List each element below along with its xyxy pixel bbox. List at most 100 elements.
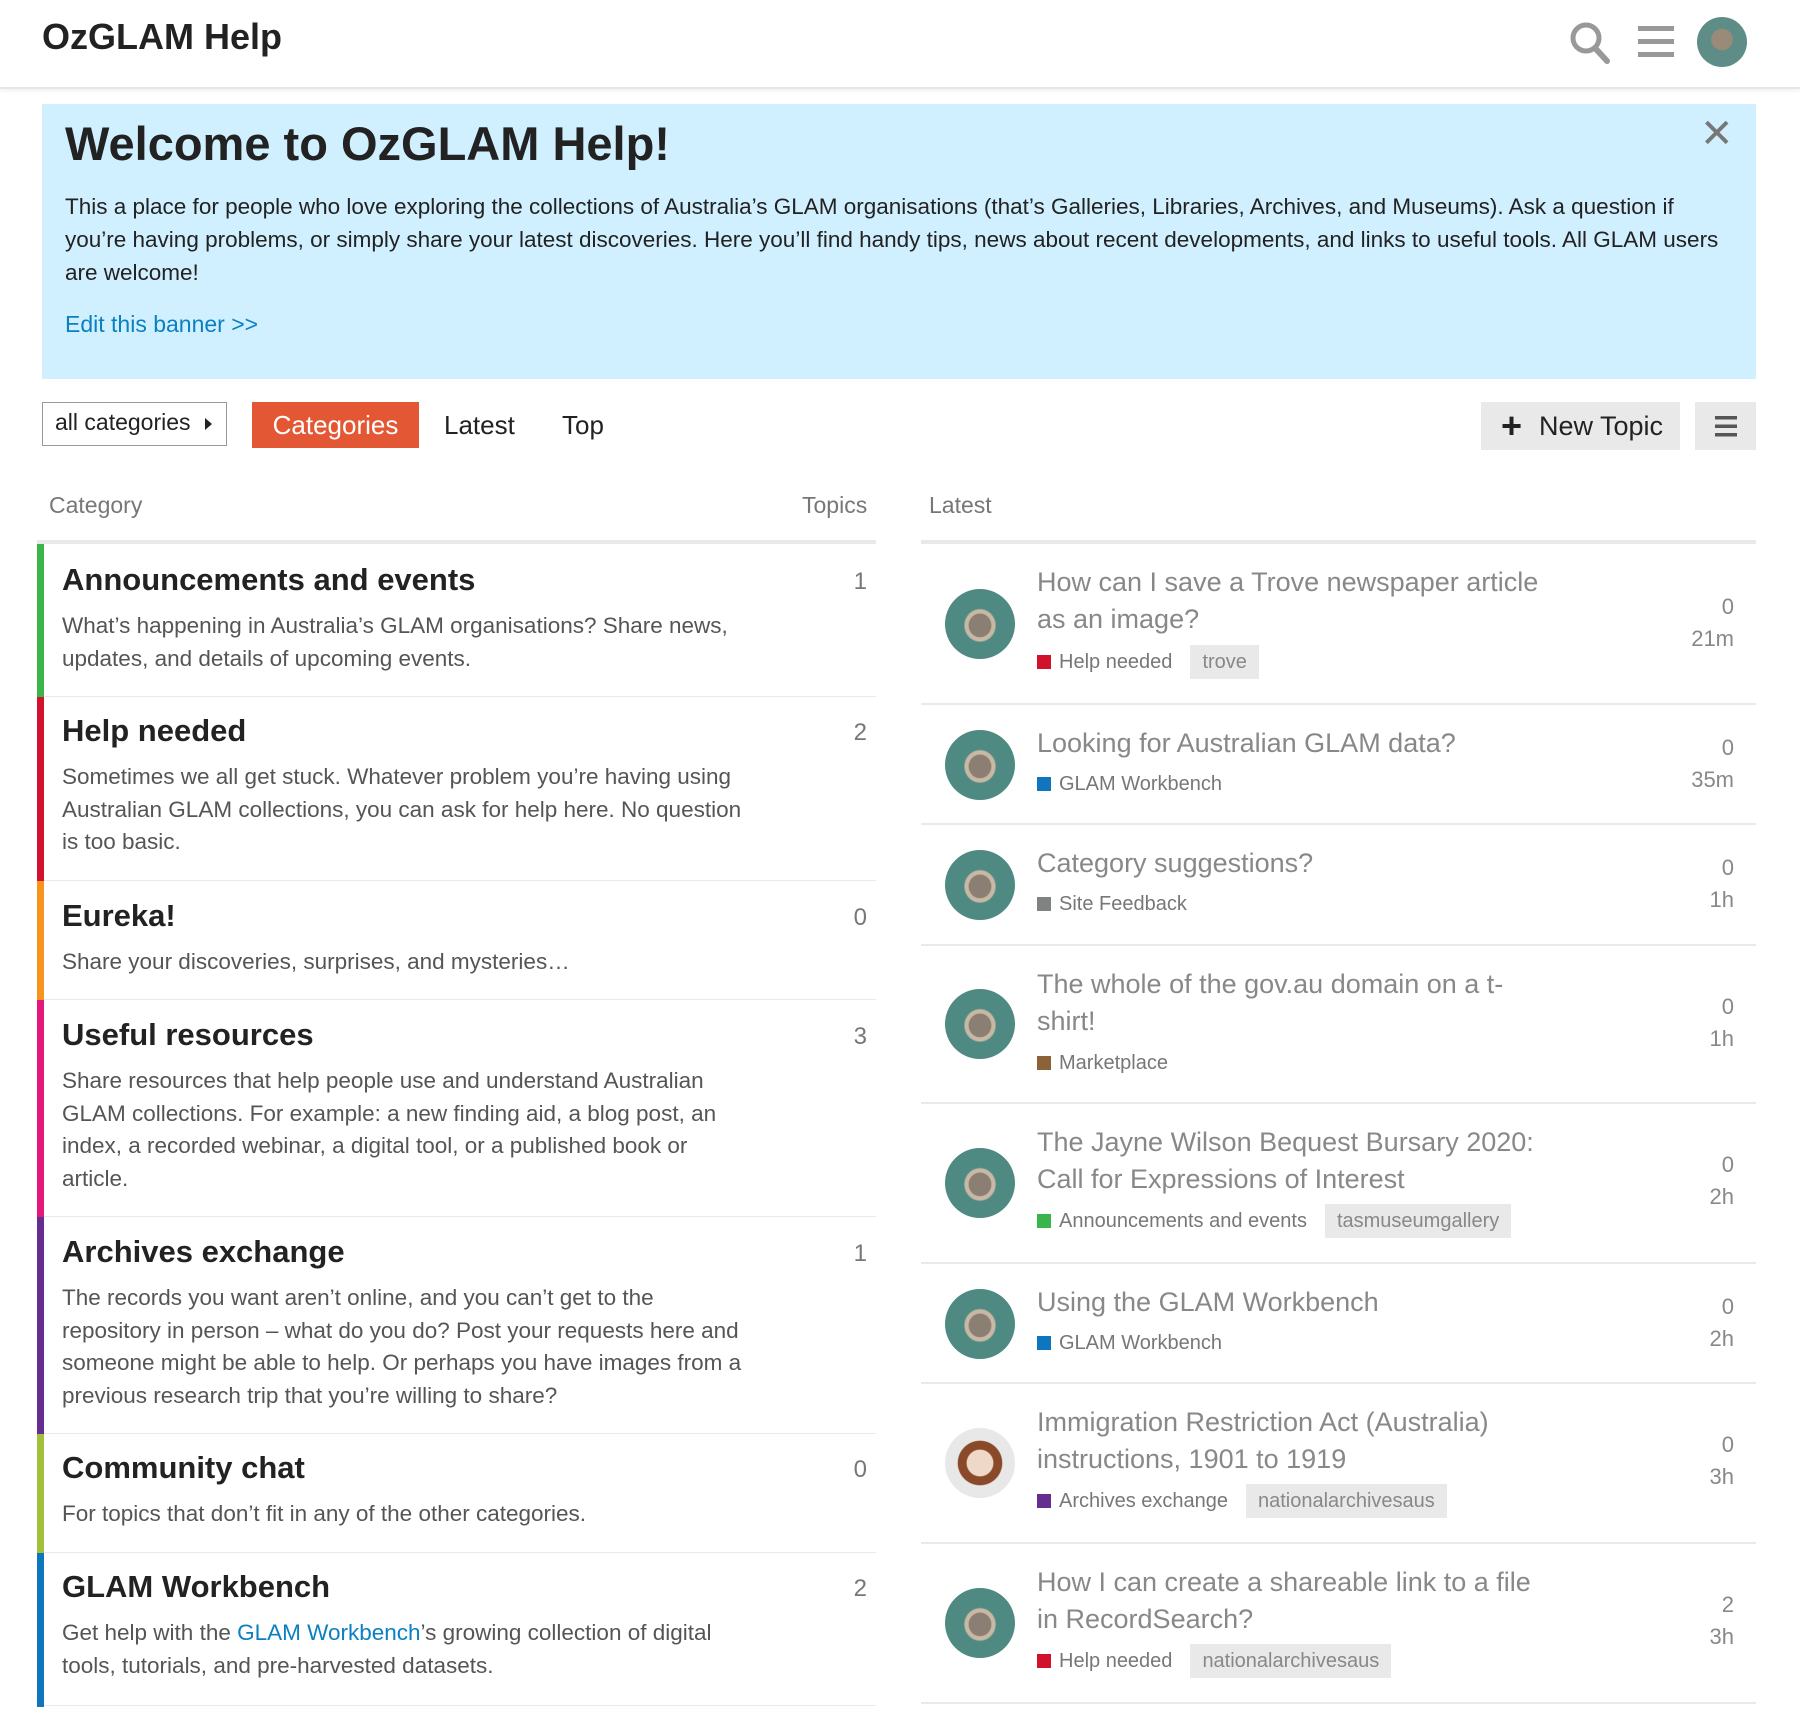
topic-tag[interactable]: nationalarchivesaus	[1245, 1484, 1447, 1518]
menu-icon[interactable]	[1636, 18, 1676, 66]
poster-avatar[interactable]	[945, 1148, 1015, 1218]
topic-title[interactable]: Immigration Restriction Act (Australia) …	[1037, 1404, 1557, 1478]
category-color-bar	[37, 1217, 44, 1435]
category-name[interactable]: Eureka!	[62, 898, 176, 934]
category-name[interactable]: Useful resources	[62, 1017, 314, 1053]
bars-icon	[1715, 416, 1737, 437]
topic-category-link[interactable]: Marketplace	[1059, 1052, 1168, 1074]
topic-category-link[interactable]: GLAM Workbench	[1059, 1332, 1222, 1354]
category-name[interactable]: Community chat	[62, 1450, 305, 1486]
poster-avatar[interactable]	[945, 989, 1015, 1059]
topic-title[interactable]: Looking for Australian GLAM data?	[1037, 725, 1557, 762]
tab-top[interactable]: Top	[562, 402, 604, 448]
category-description: Get help with the GLAM Workbench’s growi…	[62, 1617, 752, 1682]
activity-age[interactable]: 3h	[1710, 1464, 1734, 1490]
category-color-bar	[37, 697, 44, 882]
category-name[interactable]: Announcements and events	[62, 562, 475, 598]
category-badge	[1037, 1336, 1051, 1350]
topic-category-link[interactable]: Help needed	[1059, 1650, 1172, 1672]
new-topic-button[interactable]: + New Topic	[1481, 402, 1680, 450]
topic-title[interactable]: Using the GLAM Workbench	[1037, 1284, 1557, 1321]
tab-latest[interactable]: Latest	[444, 402, 515, 448]
category-description: What’s happening in Australia’s GLAM org…	[62, 613, 728, 671]
topic-row[interactable]: Immigration Restriction Act (Australia) …	[921, 1384, 1756, 1544]
welcome-banner: Welcome to OzGLAM Help! This a place for…	[42, 104, 1756, 379]
category-topic-count: 3	[853, 1023, 867, 1050]
topic-tag[interactable]: nationalarchivesaus	[1190, 1644, 1392, 1678]
poster-avatar[interactable]	[945, 730, 1015, 800]
category-badge	[1037, 1654, 1051, 1668]
search-icon[interactable]	[1568, 18, 1612, 66]
category-color-bar	[37, 881, 44, 1001]
topic-meta: Help needed nationalarchivesaus	[1037, 1644, 1392, 1678]
poster-avatar[interactable]	[945, 1588, 1015, 1658]
category-topic-count: 0	[853, 1456, 867, 1483]
category-row[interactable]: Eureka! Share your discoveries, surprise…	[37, 881, 876, 1001]
category-name[interactable]: GLAM Workbench	[62, 1569, 330, 1605]
topic-row[interactable]: Using the GLAM Workbench GLAM Workbench …	[921, 1264, 1756, 1384]
topic-title[interactable]: How can I save a Trove newspaper article…	[1037, 564, 1557, 638]
topic-meta: Announcements and events tasmuseumgallery	[1037, 1204, 1512, 1238]
category-topic-count: 2	[853, 719, 867, 746]
poster-avatar[interactable]	[945, 1289, 1015, 1359]
category-description: For topics that don’t fit in any of the …	[62, 1501, 587, 1526]
category-name[interactable]: Help needed	[62, 713, 246, 749]
topic-category-link[interactable]: Archives exchange	[1059, 1490, 1228, 1512]
category-badge	[1037, 777, 1051, 791]
glam-workbench-link[interactable]: GLAM Workbench	[237, 1620, 420, 1645]
category-dropdown-label: all categories	[55, 409, 191, 435]
topic-tag[interactable]: trove	[1190, 645, 1259, 679]
topic-row[interactable]: How I can create a shareable link to a f…	[921, 1544, 1756, 1704]
topic-row[interactable]: Looking for Australian GLAM data? GLAM W…	[921, 705, 1756, 825]
category-row[interactable]: GLAM Workbench Get help with the GLAM Wo…	[37, 1553, 876, 1707]
poster-avatar[interactable]	[945, 850, 1015, 920]
category-topic-count: 2	[853, 1575, 867, 1602]
category-row[interactable]: Archives exchange The records you want a…	[37, 1217, 876, 1435]
activity-age[interactable]: 3h	[1710, 1624, 1734, 1650]
edit-banner-link[interactable]: Edit this banner >>	[65, 311, 258, 338]
topic-row[interactable]: The Jayne Wilson Bequest Bursary 2020: C…	[921, 1104, 1756, 1264]
topic-category-link[interactable]: Site Feedback	[1059, 893, 1187, 915]
topic-row[interactable]: The whole of the gov.au domain on a t-sh…	[921, 946, 1756, 1104]
site-title[interactable]: OzGLAM Help	[42, 16, 282, 58]
topic-tag[interactable]: tasmuseumgallery	[1324, 1204, 1512, 1238]
topic-row[interactable]: Category suggestions? Site Feedback 0 1h	[921, 825, 1756, 946]
poster-avatar[interactable]	[945, 589, 1015, 659]
user-avatar[interactable]	[1697, 17, 1747, 67]
tab-categories[interactable]: Categories	[252, 402, 419, 448]
topic-category-link[interactable]: Help needed	[1059, 651, 1172, 673]
category-color-bar	[37, 1000, 44, 1218]
topic-meta: Archives exchange nationalarchivesaus	[1037, 1484, 1447, 1518]
latest-column-header: Latest	[929, 492, 992, 518]
poster-avatar[interactable]	[945, 1428, 1015, 1498]
activity-age[interactable]: 2h	[1710, 1326, 1734, 1352]
topic-title[interactable]: Category suggestions?	[1037, 845, 1557, 882]
topic-row[interactable]: How can I save a Trove newspaper article…	[921, 544, 1756, 705]
category-color-bar	[37, 1434, 44, 1554]
category-topic-count: 1	[853, 568, 867, 595]
navigation-menu-button[interactable]	[1695, 402, 1756, 450]
banner-title: Welcome to OzGLAM Help!	[65, 117, 670, 170]
activity-age[interactable]: 21m	[1691, 626, 1734, 652]
close-icon[interactable]: ✕	[1700, 114, 1734, 154]
category-badge	[1037, 1056, 1051, 1070]
category-row[interactable]: Community chat For topics that don’t fit…	[37, 1434, 876, 1554]
topic-meta: Marketplace	[1037, 1046, 1168, 1080]
category-name[interactable]: Archives exchange	[62, 1234, 345, 1270]
reply-count: 0	[1721, 594, 1734, 619]
category-row[interactable]: Announcements and events What’s happenin…	[37, 544, 876, 698]
category-dropdown[interactable]: all categories	[42, 402, 227, 446]
topic-meta: GLAM Workbench	[1037, 767, 1222, 801]
topic-title[interactable]: How I can create a shareable link to a f…	[1037, 1564, 1557, 1638]
topic-title[interactable]: The Jayne Wilson Bequest Bursary 2020: C…	[1037, 1124, 1557, 1198]
reply-count: 0	[1721, 1152, 1734, 1177]
activity-age[interactable]: 1h	[1710, 887, 1734, 913]
topic-category-link[interactable]: Announcements and events	[1059, 1210, 1307, 1232]
activity-age[interactable]: 35m	[1691, 767, 1734, 793]
topic-title[interactable]: The whole of the gov.au domain on a t-sh…	[1037, 966, 1507, 1040]
category-row[interactable]: Help needed Sometimes we all get stuck. …	[37, 697, 876, 882]
topic-category-link[interactable]: GLAM Workbench	[1059, 773, 1222, 795]
activity-age[interactable]: 2h	[1710, 1184, 1734, 1210]
activity-age[interactable]: 1h	[1710, 1026, 1734, 1052]
category-row[interactable]: Useful resources Share resources that he…	[37, 1000, 876, 1218]
